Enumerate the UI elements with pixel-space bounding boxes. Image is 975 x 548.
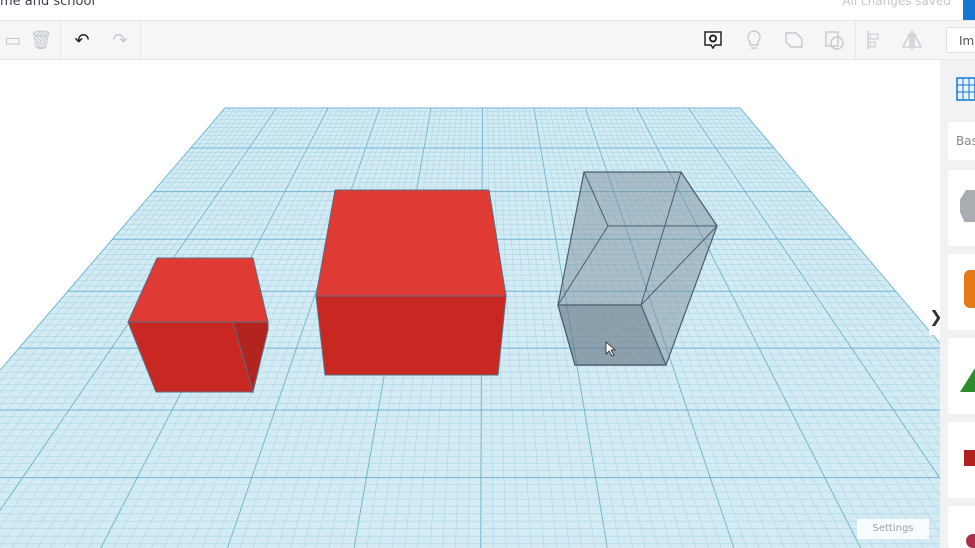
account-button[interactable]: [963, 0, 975, 20]
workplane-grid-icon[interactable]: [955, 74, 975, 104]
shape-icon[interactable]: [781, 27, 807, 53]
redo-icon[interactable]: ↷: [107, 27, 133, 53]
align-icon[interactable]: [861, 27, 887, 53]
hole-icon[interactable]: [821, 27, 847, 53]
divider: [140, 21, 141, 59]
divider: [855, 21, 856, 59]
delete-icon[interactable]: 🗑: [28, 27, 54, 53]
design-title[interactable]: me and school: [0, 0, 95, 9]
red-box-small[interactable]: [127, 257, 269, 394]
workplane-scene[interactable]: [0, 60, 940, 548]
shape-text[interactable]: [948, 422, 975, 498]
save-status: All changes saved: [842, 0, 951, 8]
light-icon[interactable]: [741, 27, 767, 53]
shape-more[interactable]: [948, 506, 975, 548]
shape-category-dropdown[interactable]: Bas: [948, 122, 975, 160]
workplane-viewport[interactable]: Settings: [0, 60, 940, 548]
top-bar: me and school All changes saved: [0, 0, 975, 21]
shapes-panel: Bas: [940, 60, 975, 548]
toolbar: ▭ 🗑 ↶ ↷ Im: [0, 21, 975, 60]
import-button[interactable]: Im: [946, 27, 975, 53]
red-box-large[interactable]: [315, 189, 507, 376]
settings-button[interactable]: Settings: [857, 519, 929, 539]
divider: [60, 21, 61, 59]
shape-box[interactable]: [948, 170, 975, 246]
copy-icon[interactable]: ▭: [0, 27, 26, 53]
mirror-icon[interactable]: [899, 27, 925, 53]
notes-icon[interactable]: [700, 27, 726, 53]
shape-cylinder[interactable]: [948, 254, 975, 330]
shape-roof[interactable]: [948, 338, 975, 414]
undo-icon[interactable]: ↶: [69, 27, 95, 53]
